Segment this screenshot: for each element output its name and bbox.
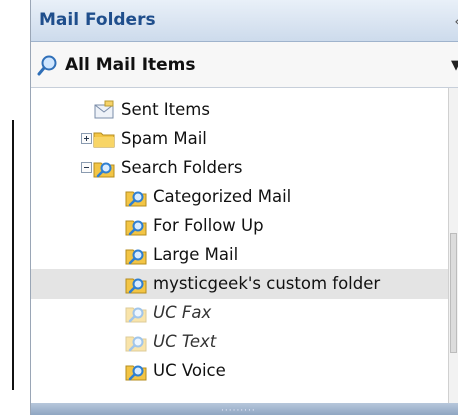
all-mail-items-selector[interactable]: All Mail Items ▼ [31, 42, 458, 88]
search-magnifier-icon [37, 54, 59, 80]
folder-label: mysticgeek's custom folder [153, 274, 381, 293]
folder-row[interactable]: UC Fax [31, 298, 449, 328]
folder-row[interactable]: UC Text [31, 327, 449, 357]
folder-label: Large Mail [153, 245, 239, 264]
collapse-icon[interactable] [81, 162, 92, 173]
search-folder-icon [125, 361, 147, 381]
dropdown-arrow-icon[interactable]: ▼ [451, 58, 458, 73]
folder-icon [93, 129, 115, 149]
search-folder-icon [125, 245, 147, 265]
folder-row[interactable]: Large Mail [31, 240, 449, 270]
expand-icon[interactable] [81, 133, 92, 144]
search-folder-disabled-icon [125, 332, 147, 352]
folder-label: For Follow Up [153, 216, 264, 235]
panel-title: Mail Folders [39, 10, 156, 30]
search-folder-icon [125, 187, 147, 207]
vertical-scrollbar[interactable] [448, 88, 458, 403]
left-pane-edge [0, 0, 30, 415]
folder-label: UC Fax [153, 303, 212, 322]
folder-label: Search Folders [121, 158, 243, 177]
folder-row[interactable]: For Follow Up [31, 211, 449, 241]
folder-label: UC Text [153, 332, 217, 351]
folder-row[interactable]: Categorized Mail [31, 182, 449, 212]
folder-label: Sent Items [121, 100, 210, 119]
collapse-panel-icon[interactable]: « [454, 14, 458, 30]
search-folder-icon [125, 216, 147, 236]
scrollbar-thumb[interactable] [450, 233, 457, 353]
folder-label: Categorized Mail [153, 187, 292, 206]
folder-row[interactable]: UC Voice [31, 356, 449, 386]
search-folder-icon [93, 158, 115, 178]
sent-folder-icon [93, 100, 115, 120]
folder-tree: Sent Items Spam Mail Search Folders Categor… [31, 88, 449, 403]
folder-row[interactable]: Spam Mail [31, 124, 449, 154]
folder-label: Spam Mail [121, 129, 207, 148]
folder-row[interactable]: mysticgeek's custom folder [31, 269, 449, 299]
pane-divider [12, 120, 14, 390]
folder-row[interactable]: Sent Items [31, 95, 449, 125]
all-mail-items-label: All Mail Items [65, 55, 196, 75]
folder-label: UC Voice [153, 361, 226, 380]
folder-row[interactable]: Search Folders [31, 153, 449, 183]
mail-folders-panel: Mail Folders « All Mail Items ▼ Sent Ite… [30, 0, 458, 416]
panel-splitter[interactable]: ········· [31, 403, 458, 416]
search-folder-disabled-icon [125, 303, 147, 323]
search-folder-icon [125, 274, 147, 294]
panel-header: Mail Folders « [31, 0, 458, 42]
